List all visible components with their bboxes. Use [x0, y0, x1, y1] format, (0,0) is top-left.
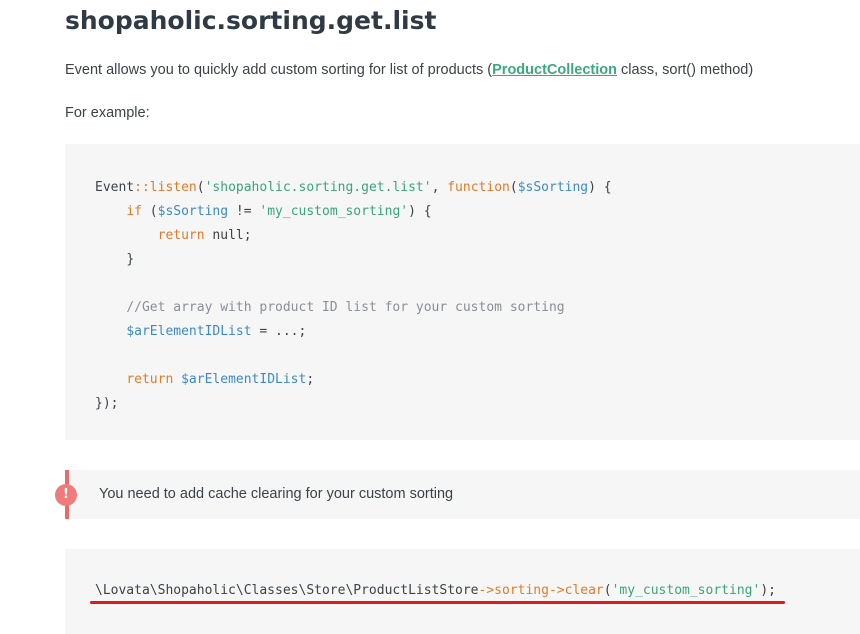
event-description: Event allows you to quickly add custom s… — [65, 62, 753, 78]
cache-clear-code: \Lovata\Shopaholic\Classes\Store\Product… — [95, 583, 776, 598]
exclamation-icon: ! — [55, 484, 77, 506]
product-collection-link[interactable]: ProductCollection — [492, 62, 617, 78]
code-line-4: } — [126, 252, 135, 267]
code-line-10: }); — [95, 396, 119, 411]
code-line-2: if ($sSorting != 'my_custom_sorting') { — [126, 204, 432, 219]
code-block-cache-clear[interactable]: \Lovata\Shopaholic\Classes\Store\Product… — [65, 549, 860, 634]
code-line-3: return null; — [157, 228, 252, 243]
description-text-before: Event allows you to quickly add custom s… — [65, 62, 493, 78]
code-line-1: Event::listen('shopaholic.sorting.get.li… — [95, 180, 612, 195]
notice-text: You need to add cache clearing for your … — [99, 486, 454, 502]
code-listing: Event::listen('shopaholic.sorting.get.li… — [95, 176, 612, 416]
red-underline-annotation — [90, 601, 785, 604]
page-title: shopaholic.sorting.get.list — [65, 6, 437, 35]
code-line-9: return $arElementIDList; — [126, 372, 315, 387]
code-line-7: $arElementIDList = ...; — [126, 324, 307, 339]
description-text-after: class, sort() method) — [617, 62, 754, 78]
cache-notice: ! You need to add cache clearing for you… — [55, 470, 860, 519]
example-label: For example: — [65, 105, 150, 121]
code-line-6: //Get array with product ID list for you… — [126, 300, 565, 315]
code-block-example[interactable]: Event::listen('shopaholic.sorting.get.li… — [65, 144, 860, 440]
